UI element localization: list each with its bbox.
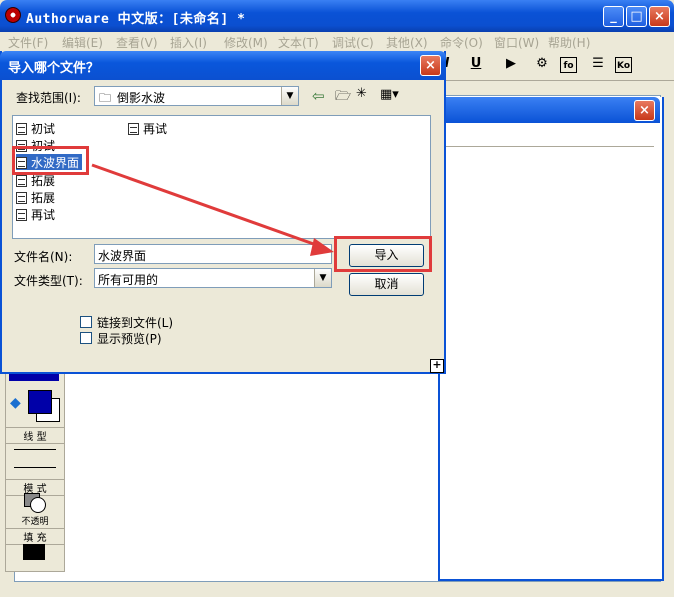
arrow-head [310,238,334,256]
annotation-arrow [91,163,334,256]
arrow-line [91,163,323,249]
